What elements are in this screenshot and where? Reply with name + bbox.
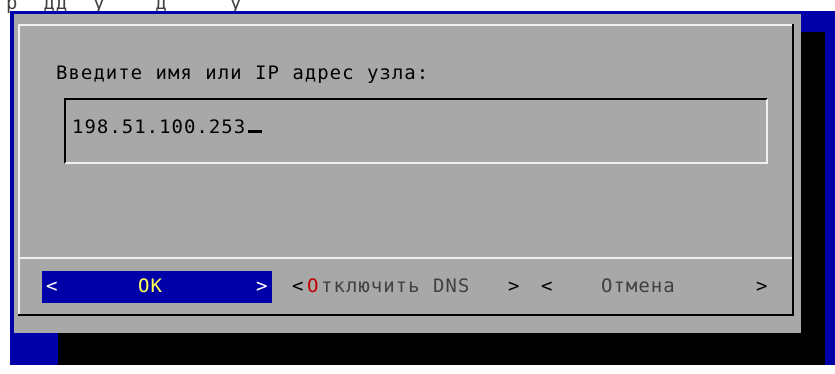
cancel-button-bracket-left[interactable]: <	[541, 275, 553, 297]
dialog-shadow-bottom	[58, 333, 825, 365]
dialog-shadow-right	[801, 32, 825, 365]
disable-dns-button-label[interactable]: тключить DNS	[321, 275, 470, 297]
disable-dns-button-hotkey[interactable]: О	[307, 275, 319, 297]
host-input-text: 198.51.100.253	[72, 116, 247, 138]
text-cursor	[248, 130, 263, 133]
disable-dns-button-bracket-left[interactable]: <	[292, 275, 304, 297]
ok-button-label[interactable]: OK	[138, 275, 163, 297]
host-input-value[interactable]: 198.51.100.253	[72, 116, 263, 138]
dialog-prompt: Введите имя или IP адрес узла:	[56, 62, 430, 84]
cancel-button-bracket-right[interactable]: >	[756, 275, 768, 297]
button-separator	[20, 257, 792, 259]
ok-button-bracket-right[interactable]: >	[256, 275, 268, 297]
ok-button-bracket-left[interactable]: <	[46, 275, 58, 297]
cancel-button-label[interactable]: Отмена	[601, 275, 676, 297]
disable-dns-button-bracket-right[interactable]: >	[508, 275, 520, 297]
